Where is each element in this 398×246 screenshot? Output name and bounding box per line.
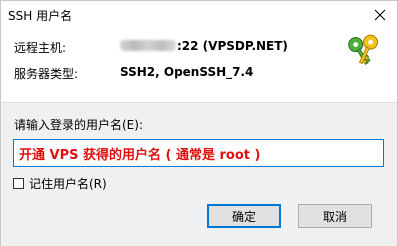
host-value-group: :22 (VPSDP.NET) [120,39,288,53]
window-title: SSH 用户名 [8,9,73,23]
redacted-ip [120,40,176,51]
cancel-button[interactable]: 取消 [298,204,372,228]
server-type-label: 服务器类型: [14,67,79,81]
checkbox-box[interactable] [13,177,24,189]
input-panel: 请输入登录的用户名(E): 记住用户名(R) 确定 取消 [1,102,397,246]
keys-icon [348,34,379,65]
ssh-username-dialog: SSH 用户名 远程主机: :22 (VPSDP.NET) 服务器类型: SSH… [0,0,398,246]
server-type-value: SSH2, OpenSSH_7.4 [120,65,254,79]
remember-username-checkbox[interactable]: 记住用户名(R) [13,175,107,191]
host-value: :22 (VPSDP.NET) [177,39,288,53]
host-label: 远程主机: [14,41,67,55]
title-bar[interactable]: SSH 用户名 [1,1,397,30]
ok-button[interactable]: 确定 [207,204,281,228]
close-button[interactable] [365,1,395,29]
username-prompt-label: 请输入登录的用户名(E): [14,118,143,132]
close-icon[interactable] [374,9,386,21]
username-input[interactable] [13,139,384,167]
remember-username-label[interactable]: 记住用户名(R) [29,175,107,192]
